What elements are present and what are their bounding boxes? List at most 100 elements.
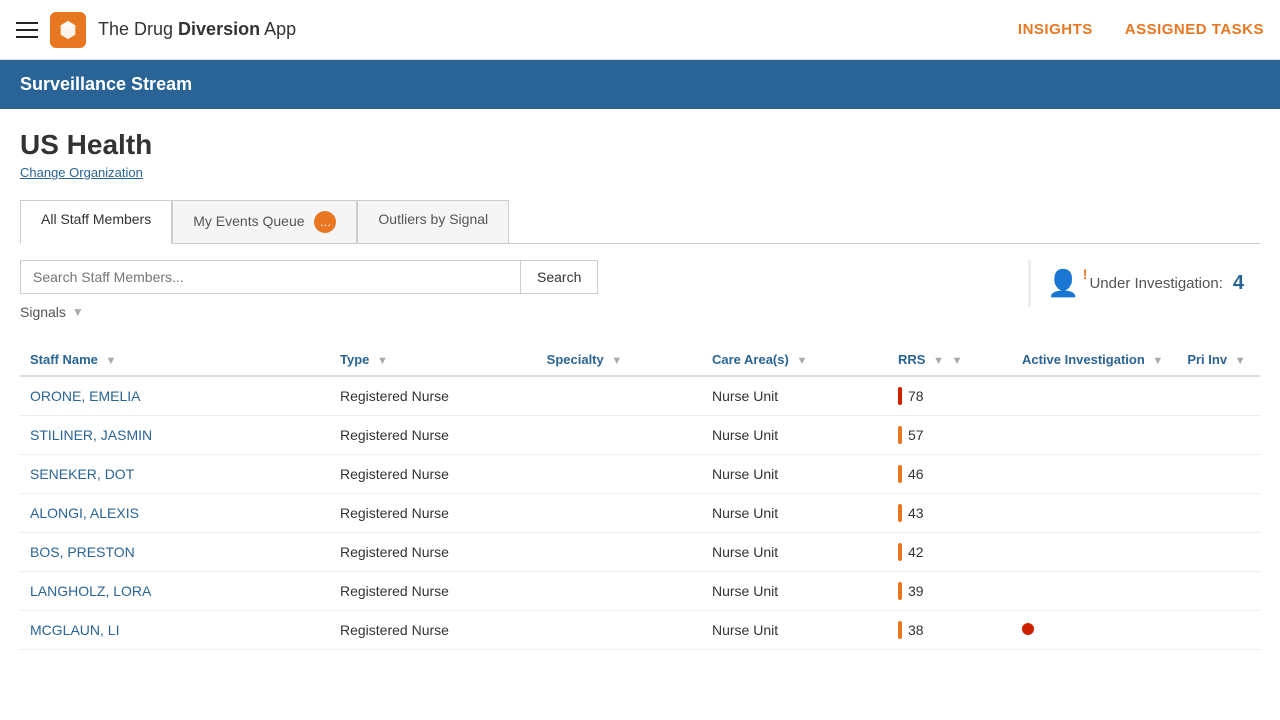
col-header-type: Type ▼ xyxy=(330,344,537,376)
app-header: The Drug Diversion App INSIGHTS ASSIGNED… xyxy=(0,0,1280,60)
staff-pri-inv-cell xyxy=(1177,376,1260,416)
staff-name-cell[interactable]: STILINER, JASMIN xyxy=(20,416,330,455)
rrs-bar xyxy=(898,387,902,405)
type-filter-icon[interactable]: ▼ xyxy=(377,355,388,367)
active-inv-filter-icon[interactable]: ▼ xyxy=(1152,355,1163,367)
table-row: SENEKER, DOT Registered Nurse Nurse Unit… xyxy=(20,455,1260,494)
rrs-value: 42 xyxy=(908,544,924,560)
staff-active-inv-cell xyxy=(1012,494,1177,533)
table-row: STILINER, JASMIN Registered Nurse Nurse … xyxy=(20,416,1260,455)
nav-insights[interactable]: INSIGHTS xyxy=(1018,21,1093,38)
surveillance-banner: Surveillance Stream xyxy=(0,60,1280,109)
staff-care-cell: Nurse Unit xyxy=(702,494,888,533)
staff-care-cell: Nurse Unit xyxy=(702,376,888,416)
staff-type-cell: Registered Nurse xyxy=(330,611,537,650)
rrs-value: 39 xyxy=(908,583,924,599)
app-title: The Drug Diversion App xyxy=(98,19,296,40)
staff-name-filter-icon[interactable]: ▼ xyxy=(106,355,117,367)
search-button[interactable]: Search xyxy=(520,260,598,294)
staff-type-cell: Registered Nurse xyxy=(330,376,537,416)
header-left: The Drug Diversion App xyxy=(16,12,1018,48)
search-input[interactable] xyxy=(20,260,520,294)
search-left: Search Signals ▼ xyxy=(20,260,1008,320)
rrs-bar xyxy=(898,543,902,561)
staff-active-inv-cell xyxy=(1012,376,1177,416)
staff-type-cell: Registered Nurse xyxy=(330,416,537,455)
rrs-bar xyxy=(898,426,902,444)
change-org-link[interactable]: Change Organization xyxy=(20,165,1260,180)
staff-active-inv-cell xyxy=(1012,533,1177,572)
staff-rrs-cell: 57 xyxy=(888,416,1012,455)
rrs-bar xyxy=(898,465,902,483)
rrs-value: 78 xyxy=(908,388,924,404)
staff-pri-inv-cell xyxy=(1177,533,1260,572)
staff-pri-inv-cell xyxy=(1177,572,1260,611)
table-row: MCGLAUN, LI Registered Nurse Nurse Unit … xyxy=(20,611,1260,650)
tab-all-staff[interactable]: All Staff Members xyxy=(20,200,172,244)
tab-my-events[interactable]: My Events Queue … xyxy=(172,200,357,243)
nav-assigned-tasks[interactable]: ASSIGNED TASKS xyxy=(1125,21,1264,38)
staff-care-cell: Nurse Unit xyxy=(702,611,888,650)
staff-name-cell[interactable]: LANGHOLZ, LORA xyxy=(20,572,330,611)
staff-name-cell[interactable]: SENEKER, DOT xyxy=(20,455,330,494)
main-content: US Health Change Organization All Staff … xyxy=(0,109,1280,650)
rrs-bar xyxy=(898,621,902,639)
staff-rrs-cell: 46 xyxy=(888,455,1012,494)
hamburger-menu[interactable] xyxy=(16,22,38,38)
rrs-value: 43 xyxy=(908,505,924,521)
staff-active-inv-cell xyxy=(1012,455,1177,494)
col-header-pri-inv: Pri Inv ▼ xyxy=(1177,344,1260,376)
table-row: ALONGI, ALEXIS Registered Nurse Nurse Un… xyxy=(20,494,1260,533)
staff-active-inv-cell xyxy=(1012,611,1177,650)
signals-row: Signals ▼ xyxy=(20,304,1008,320)
org-title: US Health xyxy=(20,129,1260,161)
tab-outliers[interactable]: Outliers by Signal xyxy=(357,200,509,243)
col-header-care-areas: Care Area(s) ▼ xyxy=(702,344,888,376)
staff-table: Staff Name ▼ Type ▼ Specialty ▼ Care Are… xyxy=(20,344,1260,650)
staff-pri-inv-cell xyxy=(1177,611,1260,650)
staff-care-cell: Nurse Unit xyxy=(702,455,888,494)
col-header-specialty: Specialty ▼ xyxy=(537,344,702,376)
staff-specialty-cell xyxy=(537,572,702,611)
signals-filter-icon[interactable]: ▼ xyxy=(72,305,84,319)
staff-care-cell: Nurse Unit xyxy=(702,572,888,611)
rrs-value: 57 xyxy=(908,427,924,443)
table-header-row: Staff Name ▼ Type ▼ Specialty ▼ Care Are… xyxy=(20,344,1260,376)
staff-specialty-cell xyxy=(537,611,702,650)
table-row: LANGHOLZ, LORA Registered Nurse Nurse Un… xyxy=(20,572,1260,611)
staff-table-container: Staff Name ▼ Type ▼ Specialty ▼ Care Are… xyxy=(20,344,1260,650)
table-row: ORONE, EMELIA Registered Nurse Nurse Uni… xyxy=(20,376,1260,416)
staff-care-cell: Nurse Unit xyxy=(702,533,888,572)
header-nav: INSIGHTS ASSIGNED TASKS xyxy=(1018,21,1264,38)
investigation-count: 4 xyxy=(1233,272,1244,295)
staff-specialty-cell xyxy=(537,455,702,494)
app-logo xyxy=(50,12,86,48)
under-investigation-widget: 👤 ! Under Investigation: 4 xyxy=(1028,260,1260,307)
specialty-filter-icon[interactable]: ▼ xyxy=(611,355,622,367)
staff-rrs-cell: 42 xyxy=(888,533,1012,572)
staff-active-inv-cell xyxy=(1012,572,1177,611)
rrs-sort-icon[interactable]: ▼ xyxy=(933,355,944,367)
staff-specialty-cell xyxy=(537,533,702,572)
rrs-filter-icon[interactable]: ▼ xyxy=(952,355,963,367)
staff-name-cell[interactable]: BOS, PRESTON xyxy=(20,533,330,572)
staff-type-cell: Registered Nurse xyxy=(330,455,537,494)
table-body: ORONE, EMELIA Registered Nurse Nurse Uni… xyxy=(20,376,1260,650)
active-inv-indicator xyxy=(1022,623,1034,635)
rrs-value: 46 xyxy=(908,466,924,482)
search-area: Search Signals ▼ 👤 ! Under Investigation… xyxy=(20,260,1260,328)
staff-specialty-cell xyxy=(537,494,702,533)
staff-rrs-cell: 43 xyxy=(888,494,1012,533)
staff-name-cell[interactable]: ORONE, EMELIA xyxy=(20,376,330,416)
rrs-value: 38 xyxy=(908,622,924,638)
my-events-badge: … xyxy=(314,211,336,233)
care-filter-icon[interactable]: ▼ xyxy=(796,355,807,367)
staff-specialty-cell xyxy=(537,416,702,455)
staff-type-cell: Registered Nurse xyxy=(330,533,537,572)
staff-type-cell: Registered Nurse xyxy=(330,494,537,533)
staff-name-cell[interactable]: MCGLAUN, LI xyxy=(20,611,330,650)
pri-inv-filter-icon[interactable]: ▼ xyxy=(1235,355,1246,367)
staff-pri-inv-cell xyxy=(1177,494,1260,533)
tab-bar: All Staff Members My Events Queue … Outl… xyxy=(20,200,1260,244)
staff-name-cell[interactable]: ALONGI, ALEXIS xyxy=(20,494,330,533)
